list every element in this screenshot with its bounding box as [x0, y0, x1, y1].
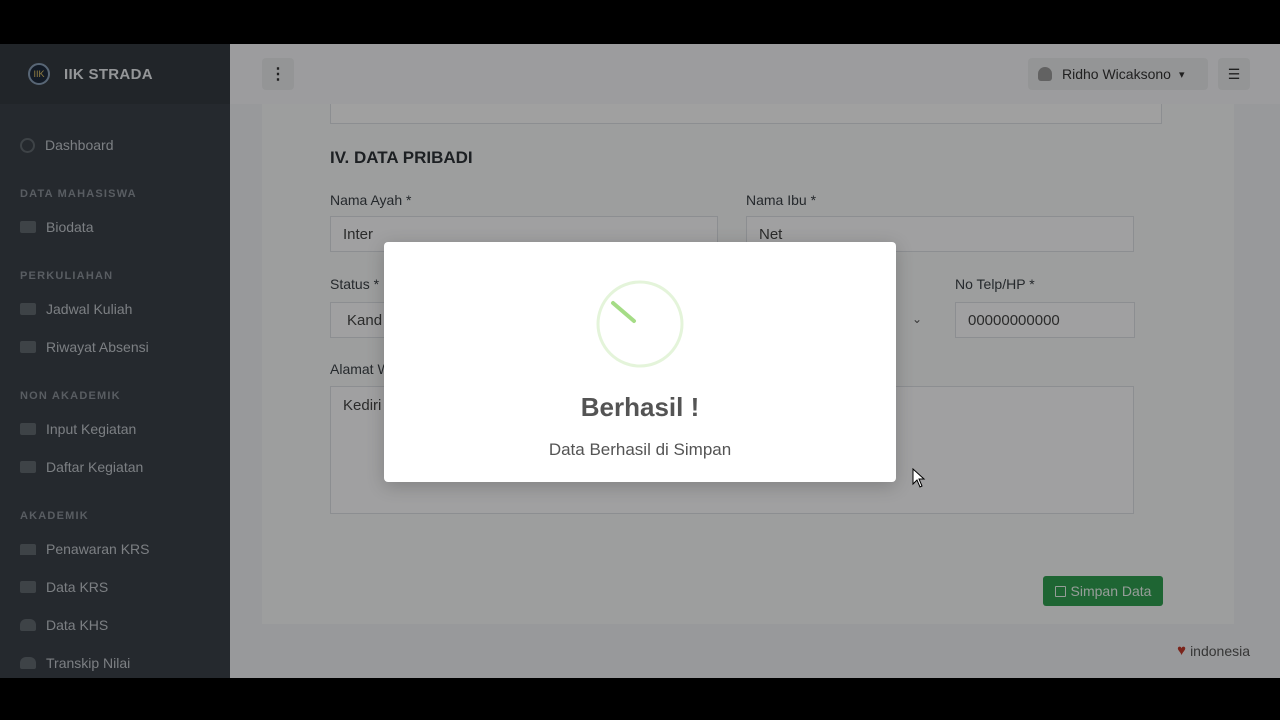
letterbox-bottom [0, 678, 1280, 720]
dialog-message: Data Berhasil di Simpan [548, 440, 732, 459]
modal-backdrop[interactable]: Berhasil ! Data Berhasil di Simpan [0, 44, 1280, 678]
success-dialog: Berhasil ! Data Berhasil di Simpan [384, 242, 896, 482]
letterbox-top [0, 0, 1280, 44]
video-frame: IIK IIK STRADA Dashboard DATA MAHASISWA Bi… [0, 0, 1280, 720]
app-window: IIK IIK STRADA Dashboard DATA MAHASISWA Bi… [0, 44, 1280, 678]
dialog-title: Berhasil ! [580, 392, 700, 422]
success-check-icon [596, 280, 684, 368]
mouse-cursor-icon [912, 468, 926, 488]
